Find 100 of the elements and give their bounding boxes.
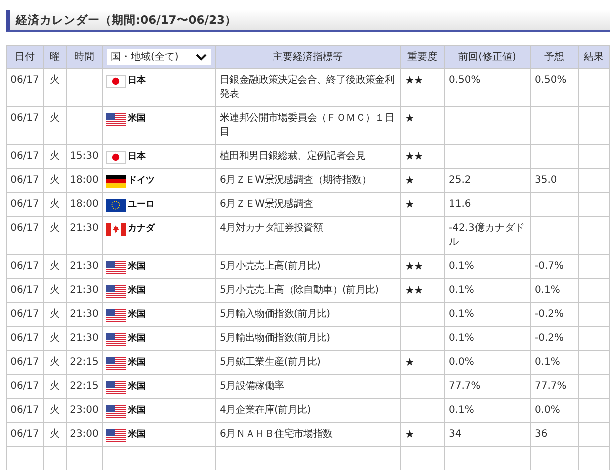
table-cell: 06/17: [6, 326, 44, 350]
country-name: 米国: [128, 380, 146, 394]
country-name: 米国: [128, 284, 146, 298]
country-name: 米国: [128, 112, 146, 126]
table-cell: 火: [44, 254, 66, 278]
flag-icon: [106, 260, 126, 274]
table-cell: 06/17: [6, 398, 44, 422]
importance-stars: ★: [400, 106, 444, 144]
table-cell: 23:00: [66, 422, 102, 446]
flag-icon: [106, 222, 126, 236]
table-cell: 15:30: [66, 144, 102, 168]
country-name: 米国: [128, 428, 146, 442]
table-cell: 0.1%: [444, 302, 530, 326]
flag-icon: [106, 380, 126, 394]
table-cell: 0.1%: [444, 278, 530, 302]
table-cell: 21:30: [66, 302, 102, 326]
table-cell: 5月小売売上高（除自動車）(前月比): [216, 278, 400, 302]
table-cell: 06/17: [6, 302, 44, 326]
table-cell: 77.7%: [444, 374, 530, 398]
table-cell: 0.0%: [530, 398, 578, 422]
table-cell: 5月鉱工業生産(前月比): [216, 350, 400, 374]
table-cell: 06/17: [6, 422, 44, 446]
table-cell: 0.1%: [530, 278, 578, 302]
table-cell: 5月設備稼働率: [216, 374, 400, 398]
table-cell: 23:00: [66, 398, 102, 422]
country-name: 米国: [128, 404, 146, 418]
table-cell: 火: [44, 278, 66, 302]
table-cell: 18:00: [66, 192, 102, 216]
table-cell: 5月輸入物価指数(前月比): [216, 302, 400, 326]
table-cell: 4月対カナダ証券投資額: [216, 216, 400, 254]
table-cell: 25.2: [444, 168, 530, 192]
table-cell: -42.3億カナダドル: [444, 216, 530, 254]
country-name: カナダ: [128, 222, 155, 236]
table-cell: 06/17: [6, 68, 44, 106]
table-cell: 0.1%: [444, 326, 530, 350]
table-cell: 06/17: [6, 278, 44, 302]
section-title: 経済カレンダー（期間:06/17〜06/23）: [16, 12, 238, 28]
table-cell: 21:30: [66, 254, 102, 278]
table-cell: 0.1%: [444, 254, 530, 278]
importance-stars: ★: [400, 168, 444, 192]
column-header: 重要度: [400, 46, 444, 68]
country-name: 米国: [128, 332, 146, 346]
table-cell: 18:00: [66, 168, 102, 192]
country-name: 米国: [128, 260, 146, 274]
country-name: 米国: [128, 308, 146, 322]
flag-icon: [106, 174, 126, 188]
flag-icon: [106, 150, 126, 164]
table-cell: 火: [44, 68, 66, 106]
table-cell: 0.1%: [530, 350, 578, 374]
table-cell: 06/17: [6, 144, 44, 168]
table-cell: 06/17: [6, 374, 44, 398]
importance-stars: ★: [400, 350, 444, 374]
column-header: 主要経済指標等: [216, 46, 400, 68]
country-name: ユーロ: [128, 199, 155, 212]
table-cell: 06/17: [6, 106, 44, 144]
flag-icon: [106, 404, 126, 418]
table-cell: 06/17: [6, 350, 44, 374]
column-header: 時間: [66, 46, 102, 68]
region-select[interactable]: 国・地域(全て): [107, 49, 211, 65]
table-cell: 06/17: [6, 168, 44, 192]
column-header: 予想: [530, 46, 578, 68]
column-header: 曜: [44, 46, 66, 68]
table-cell: 火: [44, 168, 66, 192]
table-cell: 0.50%: [444, 68, 530, 106]
country-name: 米国: [128, 356, 146, 370]
column-header: 日付: [6, 46, 44, 68]
table-cell: 21:30: [66, 216, 102, 254]
table-cell: 0.50%: [530, 68, 578, 106]
country-name: 日本: [128, 150, 146, 164]
table-cell: 火: [44, 350, 66, 374]
table-cell: 火: [44, 192, 66, 216]
table-cell: 21:30: [66, 278, 102, 302]
country-name: ドイツ: [128, 175, 155, 188]
table-cell: 6月ＮＡＨＢ住宅市場指数: [216, 422, 400, 446]
importance-stars: ★: [400, 422, 444, 446]
table-cell: 火: [44, 302, 66, 326]
table-cell: 22:15: [66, 374, 102, 398]
flag-icon: [106, 308, 126, 322]
country-name: 日本: [128, 74, 146, 88]
flag-icon: [106, 112, 126, 126]
table-cell: 6月ＺＥW景況感調査: [216, 192, 400, 216]
table-cell: 火: [44, 216, 66, 254]
table-cell: 22:15: [66, 350, 102, 374]
flag-icon: [106, 332, 126, 346]
table-cell: 0.0%: [444, 350, 530, 374]
importance-stars: ★: [400, 192, 444, 216]
flag-icon: [106, 428, 126, 442]
table-cell: 米連邦公開市場委員会（ＦＯＭＣ）１日目: [216, 106, 400, 144]
table-cell: 植田和男日銀総裁、定例記者会見: [216, 144, 400, 168]
table-cell: 5月小売売上高(前月比): [216, 254, 400, 278]
importance-stars: ★★: [400, 68, 444, 106]
table-cell: 06/17: [6, 254, 44, 278]
importance-stars: ★★: [400, 254, 444, 278]
table-cell: 火: [44, 326, 66, 350]
importance-stars: ★★: [400, 278, 444, 302]
flag-icon: [106, 284, 126, 298]
table-cell: 4月企業在庫(前月比): [216, 398, 400, 422]
flag-icon: [106, 356, 126, 370]
table-cell: 火: [44, 106, 66, 144]
table-cell: 火: [44, 374, 66, 398]
